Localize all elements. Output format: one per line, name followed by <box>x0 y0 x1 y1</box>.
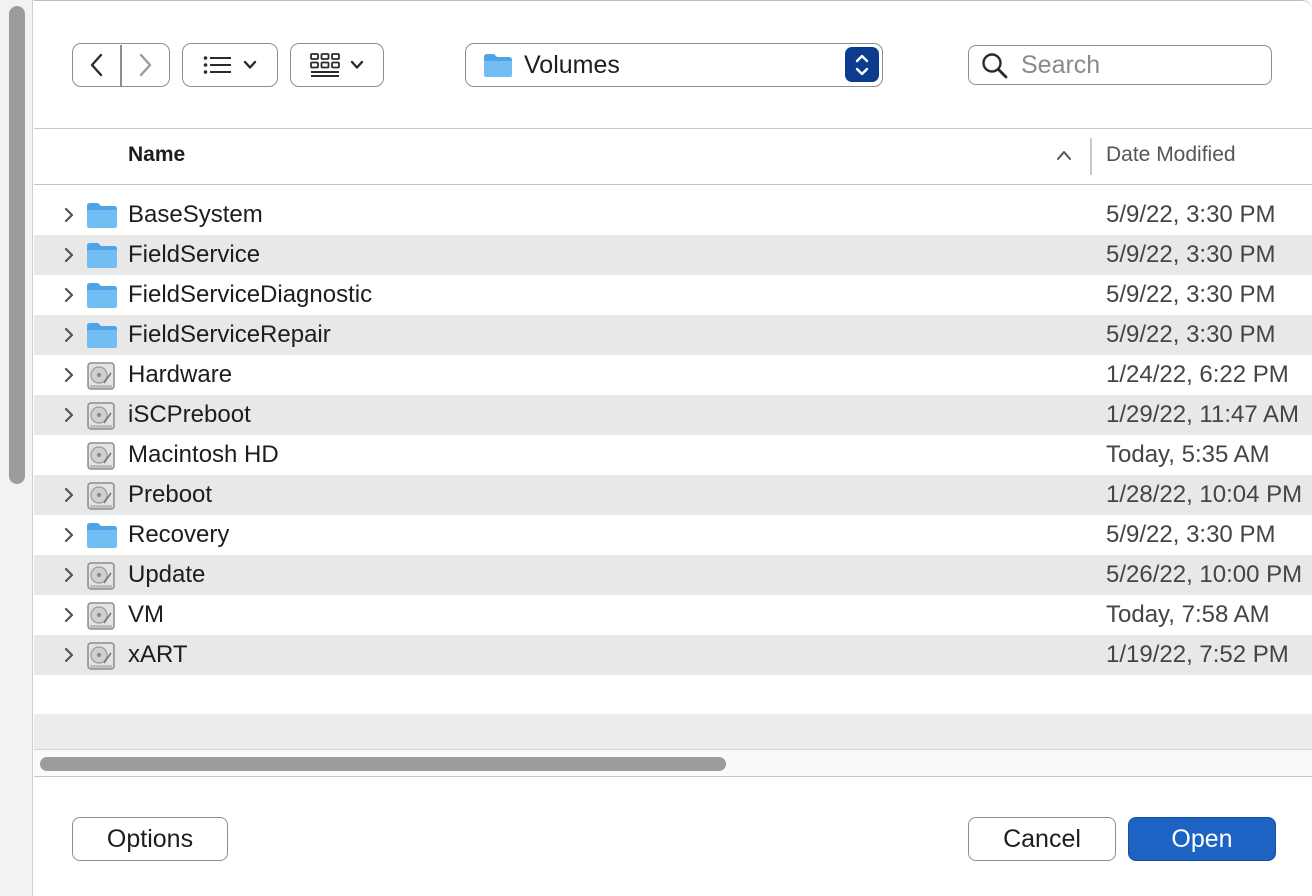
item-name: iSCPreboot <box>128 401 251 428</box>
disclosure-triangle-icon[interactable] <box>63 567 75 583</box>
disclosure-triangle-icon[interactable] <box>63 207 75 223</box>
forward-button[interactable] <box>122 45 169 86</box>
item-name: VM <box>128 601 164 628</box>
disclosure-triangle-icon[interactable] <box>63 527 75 543</box>
file-list: BaseSystem 5/9/22, 3:30 PM FieldService … <box>34 195 1312 675</box>
item-name: FieldServiceRepair <box>128 321 331 348</box>
open-button[interactable]: Open <box>1128 817 1276 861</box>
location-popup[interactable]: Volumes <box>465 43 883 87</box>
chevron-right-icon <box>140 53 152 77</box>
folder-icon <box>87 523 117 548</box>
back-forward-control <box>72 43 170 87</box>
list-item[interactable]: BaseSystem 5/9/22, 3:30 PM <box>34 195 1312 235</box>
item-name: BaseSystem <box>128 201 263 228</box>
list-item[interactable]: FieldServiceDiagnostic 5/9/22, 3:30 PM <box>34 275 1312 315</box>
folder-icon <box>484 54 512 77</box>
horizontal-scrollbar-thumb[interactable] <box>40 757 726 771</box>
item-date: 5/9/22, 3:30 PM <box>1106 201 1276 228</box>
cancel-button[interactable]: Cancel <box>968 817 1116 861</box>
options-button[interactable]: Options <box>72 817 228 861</box>
toolbar: Volumes <box>34 1 1312 128</box>
list-item[interactable]: Preboot 1/28/22, 10:04 PM <box>34 475 1312 515</box>
list-item[interactable]: FieldServiceRepair 5/9/22, 3:30 PM <box>34 315 1312 355</box>
chevron-down-icon <box>350 60 364 69</box>
item-name: Macintosh HD <box>128 441 279 468</box>
folder-icon <box>87 323 117 348</box>
folder-icon <box>87 243 117 268</box>
sort-ascending-icon[interactable] <box>1056 149 1072 161</box>
hard-drive-icon <box>87 482 115 510</box>
list-item[interactable]: VM Today, 7:58 AM <box>34 595 1312 635</box>
search-icon <box>982 53 1008 79</box>
item-date: 1/28/22, 10:04 PM <box>1106 481 1303 508</box>
list-item[interactable]: Recovery 5/9/22, 3:30 PM <box>34 515 1312 555</box>
item-date: 1/24/22, 6:22 PM <box>1106 361 1289 388</box>
list-icon <box>203 56 231 74</box>
item-date: 1/29/22, 11:47 AM <box>1106 401 1300 428</box>
hard-drive-icon <box>87 602 115 630</box>
item-name: FieldService <box>128 241 261 268</box>
item-date: 5/9/22, 3:30 PM <box>1106 521 1276 548</box>
column-header-name[interactable]: Name <box>128 143 185 167</box>
disclosure-triangle-icon[interactable] <box>63 287 75 303</box>
column-header-date-modified[interactable]: Date Modified <box>1106 143 1236 167</box>
list-item[interactable]: Hardware 1/24/22, 6:22 PM <box>34 355 1312 395</box>
item-date: 5/9/22, 3:30 PM <box>1106 241 1276 268</box>
disclosure-triangle-icon[interactable] <box>63 367 75 383</box>
item-name: Preboot <box>128 481 213 508</box>
chevron-down-icon <box>243 60 257 69</box>
chevron-left-icon <box>90 53 102 77</box>
background-window-strip <box>0 0 33 896</box>
folder-icon <box>87 283 117 308</box>
disclosure-triangle-icon[interactable] <box>63 647 75 663</box>
hard-drive-icon <box>87 402 115 430</box>
grid-icon <box>310 53 340 77</box>
folder-icon <box>87 203 117 228</box>
empty-list-row <box>34 714 1312 749</box>
horizontal-scrollbar[interactable] <box>34 749 1312 777</box>
item-date: 5/26/22, 10:00 PM <box>1106 561 1303 588</box>
disclosure-triangle-icon[interactable] <box>63 327 75 343</box>
item-name: Recovery <box>128 521 230 548</box>
hard-drive-icon <box>87 562 115 590</box>
item-date: 1/19/22, 7:52 PM <box>1106 641 1289 668</box>
item-name: FieldServiceDiagnostic <box>128 281 373 308</box>
location-label: Volumes <box>524 51 620 79</box>
disclosure-triangle-icon[interactable] <box>63 407 75 423</box>
up-down-chevron-icon <box>855 54 869 75</box>
search-input[interactable] <box>1021 50 1261 80</box>
background-scrollbar-thumb[interactable] <box>9 6 25 484</box>
list-view-button[interactable] <box>182 43 278 87</box>
search-field[interactable] <box>968 45 1272 85</box>
hard-drive-icon <box>87 442 115 470</box>
list-header: Name Date Modified <box>34 128 1312 185</box>
list-item[interactable]: xART 1/19/22, 7:52 PM <box>34 635 1312 675</box>
disclosure-triangle-icon[interactable] <box>63 607 75 623</box>
list-item[interactable]: FieldService 5/9/22, 3:30 PM <box>34 235 1312 275</box>
disclosure-triangle-icon[interactable] <box>63 247 75 263</box>
disclosure-triangle-icon[interactable] <box>63 487 75 503</box>
item-name: Update <box>128 561 206 588</box>
item-name: Hardware <box>128 361 233 388</box>
item-date: Today, 7:58 AM <box>1106 601 1270 628</box>
column-divider[interactable] <box>1090 138 1092 175</box>
item-date: 5/9/22, 3:30 PM <box>1106 281 1276 308</box>
back-button[interactable] <box>73 45 120 86</box>
item-name: xART <box>128 641 188 668</box>
item-date: Today, 5:35 AM <box>1106 441 1270 468</box>
location-stepper[interactable] <box>845 47 879 82</box>
item-date: 5/9/22, 3:30 PM <box>1106 321 1276 348</box>
list-item[interactable]: Update 5/26/22, 10:00 PM <box>34 555 1312 595</box>
grid-view-button[interactable] <box>290 43 384 87</box>
hard-drive-icon <box>87 642 115 670</box>
hard-drive-icon <box>87 362 115 390</box>
open-file-dialog: Volumes Name Date Modified BaseSys <box>34 0 1312 896</box>
list-item[interactable]: iSCPreboot 1/29/22, 11:47 AM <box>34 395 1312 435</box>
list-item[interactable]: Macintosh HD Today, 5:35 AM <box>34 435 1312 475</box>
